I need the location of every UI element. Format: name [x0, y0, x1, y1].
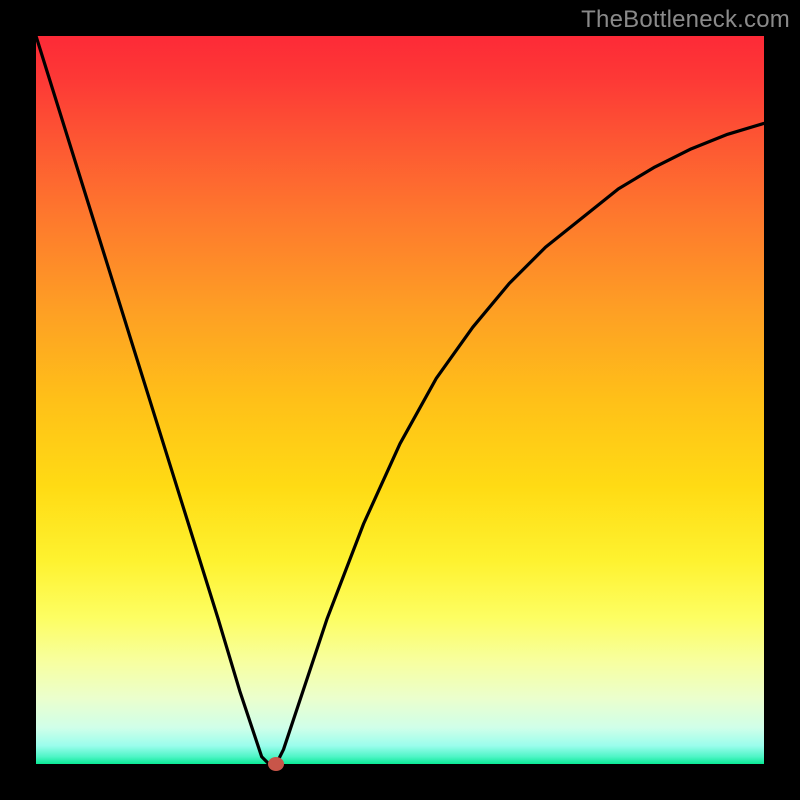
optimum-marker [268, 757, 284, 771]
bottleneck-curve [36, 36, 764, 764]
curve-path [36, 36, 764, 764]
watermark-label: TheBottleneck.com [581, 6, 790, 34]
plot-area [36, 36, 764, 764]
chart-frame: TheBottleneck.com [0, 0, 800, 800]
